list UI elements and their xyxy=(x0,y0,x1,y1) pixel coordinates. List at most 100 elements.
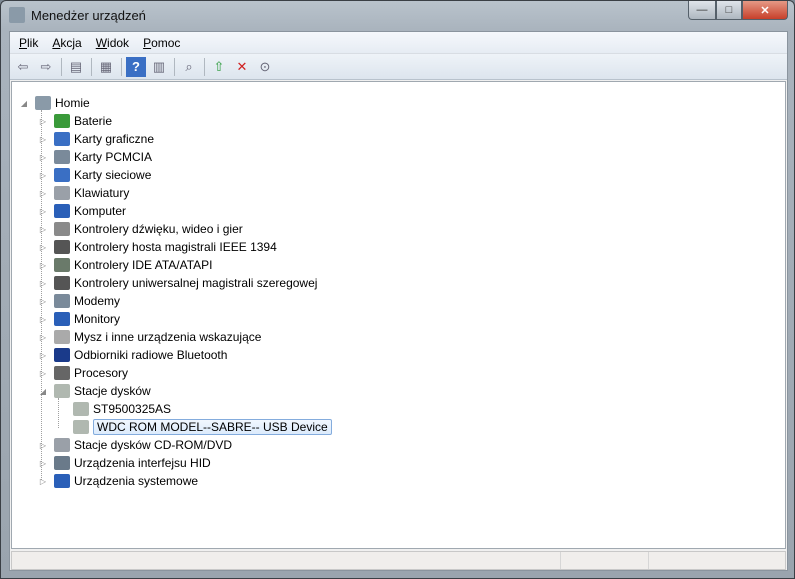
uninstall-icon: ✕ xyxy=(236,58,248,74)
expand-arrow-icon[interactable]: ▷ xyxy=(38,477,48,486)
tree-item[interactable]: ▷ Karty graficzne xyxy=(38,130,154,148)
maximize-button[interactable]: □ xyxy=(716,1,742,20)
device-category-icon xyxy=(54,474,70,488)
show-action-pane-button[interactable]: ▥ xyxy=(149,57,169,77)
device-category-icon xyxy=(54,186,70,200)
tree-item-label: Urządzenia systemowe xyxy=(74,474,199,488)
menu-pomoc[interactable]: Pomoc xyxy=(143,36,180,50)
tree-item[interactable]: ▷ Monitory xyxy=(38,310,120,328)
tree-item-label: Odbiorniki radiowe Bluetooth xyxy=(74,348,228,362)
menu-plik[interactable]: Plik xyxy=(19,36,38,50)
device-category-icon xyxy=(54,438,70,452)
tree-item[interactable]: ▷ Procesory xyxy=(38,364,128,382)
tree-item[interactable]: ▷ Mysz i inne urządzenia wskazujące xyxy=(38,328,261,346)
help-button[interactable]: ? xyxy=(126,56,146,77)
tree-subitem[interactable]: ST9500325AS xyxy=(73,400,171,418)
device-category-icon xyxy=(54,150,70,164)
tree-item-label: Kontrolery hosta magistrali IEEE 1394 xyxy=(74,240,277,254)
back-button[interactable]: ⇦ xyxy=(13,57,33,77)
tree-item[interactable]: ▷ Modemy xyxy=(38,292,120,310)
forward-icon: ⇨ xyxy=(40,58,52,74)
tree-item[interactable]: ▷ Odbiorniki radiowe Bluetooth xyxy=(38,346,227,364)
device-category-icon xyxy=(73,420,89,434)
tree-item[interactable]: ▷ Kontrolery uniwersalnej magistrali szer… xyxy=(38,274,317,292)
expand-arrow-icon[interactable]: ▷ xyxy=(38,117,48,126)
tree-item-label: Urządzenia interfejsu HID xyxy=(74,456,211,470)
disable-button[interactable]: ⊙ xyxy=(255,57,275,77)
tree-item[interactable]: ▷ Karty PCMCIA xyxy=(38,148,152,166)
expand-arrow-icon[interactable]: ▷ xyxy=(38,207,48,216)
device-category-icon xyxy=(54,348,70,362)
tree-subitem[interactable]: WDC ROM MODEL--SABRE-- USB Device xyxy=(73,418,332,436)
menu-akcja[interactable]: Akcja xyxy=(52,36,81,50)
expand-arrow-icon[interactable]: ▷ xyxy=(38,135,48,144)
tree-item[interactable]: ▷ Kontrolery hosta magistrali IEEE 1394 xyxy=(38,238,277,256)
tree-item-label: Stacje dysków CD-ROM/DVD xyxy=(74,438,233,452)
device-category-icon xyxy=(73,402,89,416)
device-category-icon xyxy=(54,240,70,254)
device-category-icon xyxy=(54,294,70,308)
tree-item[interactable]: ◢ Stacje dysków xyxy=(38,382,151,400)
update-driver-button[interactable]: ⇧ xyxy=(209,57,229,77)
tree-item-label: Procesory xyxy=(74,366,129,380)
device-category-icon xyxy=(54,222,70,236)
tree-item[interactable]: ▷ Klawiatury xyxy=(38,184,129,202)
expand-arrow-icon[interactable]: ▷ xyxy=(38,369,48,378)
expand-arrow-icon[interactable]: ▷ xyxy=(38,171,48,180)
status-pane-2 xyxy=(561,552,649,569)
minimize-button[interactable]: — xyxy=(688,1,716,20)
expand-arrow-icon[interactable]: ▷ xyxy=(38,225,48,234)
update-driver-icon: ⇧ xyxy=(213,58,225,74)
help-icon: ? xyxy=(132,59,140,74)
expand-arrow-icon[interactable]: ▷ xyxy=(38,243,48,252)
expand-arrow-icon[interactable]: ▷ xyxy=(38,153,48,162)
tree-item[interactable]: ▷ Baterie xyxy=(38,112,112,130)
tree-item[interactable]: ▷ Karty sieciowe xyxy=(38,166,151,184)
device-category-icon xyxy=(54,330,70,344)
expand-arrow-icon[interactable]: ▷ xyxy=(38,333,48,342)
expand-arrow-icon[interactable]: ▷ xyxy=(38,189,48,198)
tree-item[interactable]: ▷ Kontrolery IDE ATA/ATAPI xyxy=(38,256,213,274)
disable-icon: ⊙ xyxy=(259,58,271,74)
tree-item[interactable]: ▷ Urządzenia interfejsu HID xyxy=(38,454,211,472)
collapse-arrow-icon[interactable]: ◢ xyxy=(19,99,29,108)
expand-arrow-icon[interactable]: ▷ xyxy=(38,279,48,288)
toolbar-separator xyxy=(204,57,205,76)
device-category-icon xyxy=(54,312,70,326)
tree-item-label: Kontrolery dźwięku, wideo i gier xyxy=(74,222,243,236)
device-manager-app-icon xyxy=(9,7,25,23)
status-pane-3 xyxy=(649,552,785,569)
tree-item-label: Kontrolery uniwersalnej magistrali szere… xyxy=(74,276,318,290)
expand-arrow-icon[interactable]: ▷ xyxy=(38,351,48,360)
close-button[interactable]: ✕ xyxy=(742,1,788,20)
expand-arrow-icon[interactable]: ▷ xyxy=(38,297,48,306)
scan-hardware-button[interactable]: ⌕ xyxy=(179,57,199,77)
tree-root-homie[interactable]: ◢ Homie xyxy=(19,94,90,112)
toolbar-separator xyxy=(61,57,62,76)
collapse-arrow-icon[interactable]: ◢ xyxy=(38,387,48,396)
forward-button[interactable]: ⇨ xyxy=(36,57,56,77)
tree-item[interactable]: ▷ Kontrolery dźwięku, wideo i gier xyxy=(38,220,243,238)
menu-widok[interactable]: Widok xyxy=(96,36,129,50)
uninstall-button[interactable]: ✕ xyxy=(232,57,252,77)
show-hide-console-tree-button[interactable]: ▤ xyxy=(66,57,86,77)
tree-item[interactable]: ▷ Urządzenia systemowe xyxy=(38,472,198,490)
expand-arrow-icon[interactable]: ▷ xyxy=(38,315,48,324)
expand-arrow-icon[interactable]: ▷ xyxy=(38,261,48,270)
properties-button[interactable]: ▦ xyxy=(96,57,116,77)
device-category-icon xyxy=(54,456,70,470)
device-category-icon xyxy=(54,132,70,146)
device-category-icon xyxy=(54,366,70,380)
tree-connector-line xyxy=(58,398,59,428)
device-category-icon xyxy=(54,114,70,128)
tree-item[interactable]: ▷ Stacje dysków CD-ROM/DVD xyxy=(38,436,232,454)
tree-item-label: Homie xyxy=(55,96,90,110)
tree-item-label: Karty PCMCIA xyxy=(74,150,153,164)
expand-arrow-icon[interactable]: ▷ xyxy=(38,459,48,468)
device-manager-window: Menedżer urządzeń — □ ✕ Plik Akcja Widok Po… xyxy=(0,0,795,579)
tree-item-label: ST9500325AS xyxy=(93,402,172,416)
menu-bar: Plik Akcja Widok Pomoc xyxy=(10,32,787,54)
expand-arrow-icon[interactable]: ▷ xyxy=(38,441,48,450)
tree-item-label: Karty graficzne xyxy=(74,132,155,146)
tree-item[interactable]: ▷ Komputer xyxy=(38,202,126,220)
